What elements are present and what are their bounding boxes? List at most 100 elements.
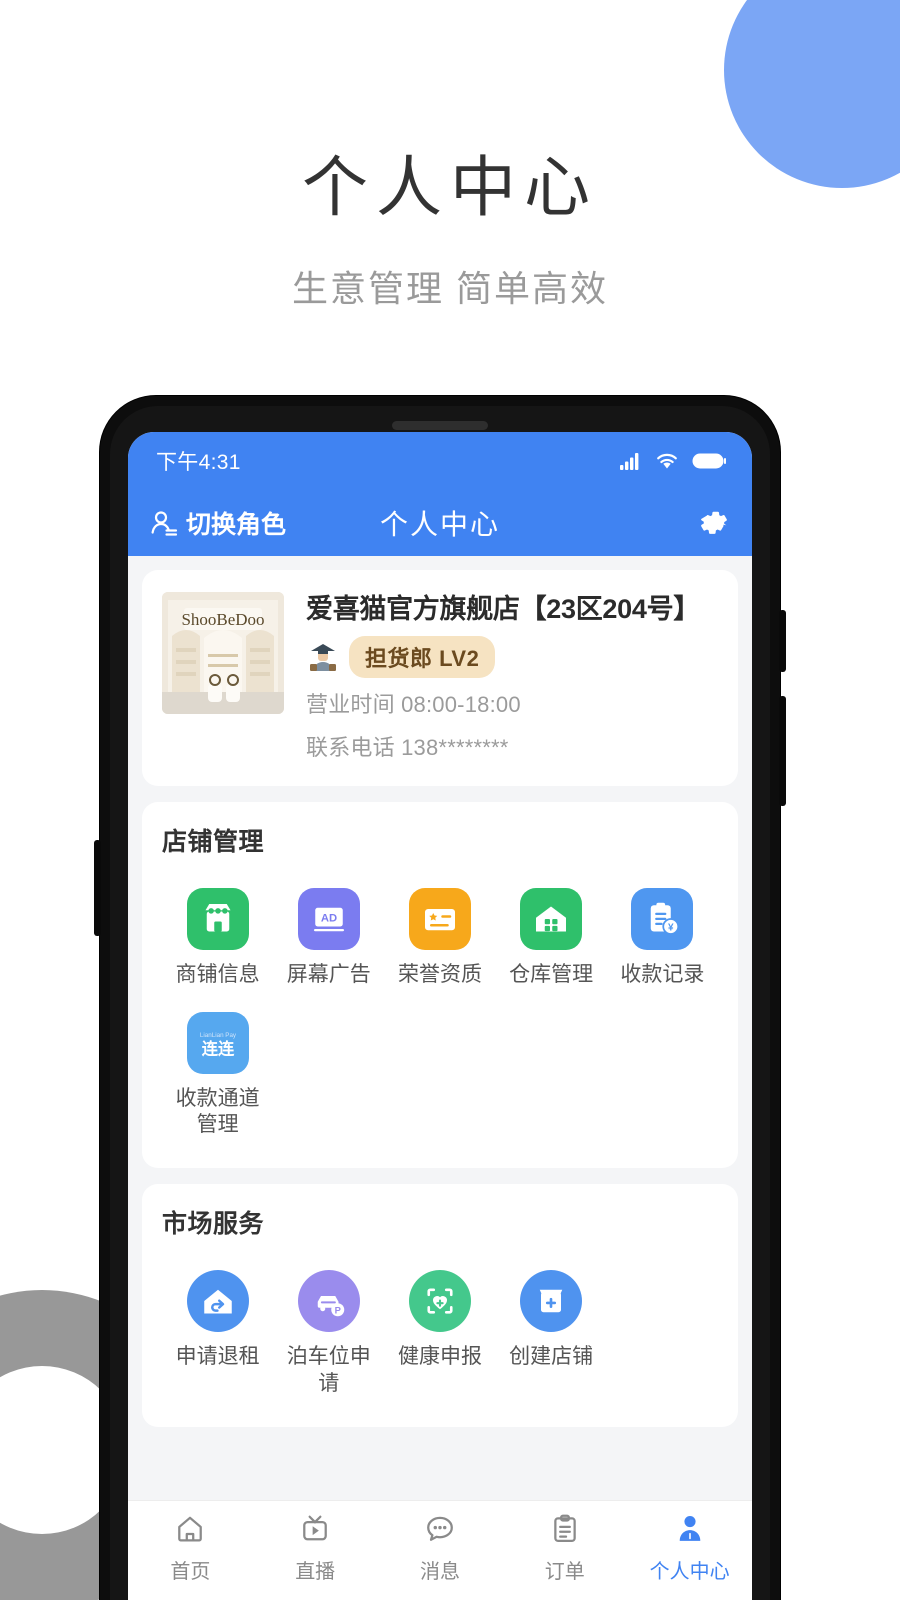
phone-mute-button bbox=[779, 610, 786, 672]
svg-text:¥: ¥ bbox=[668, 922, 674, 933]
health-scan-icon-tile bbox=[408, 1270, 471, 1333]
phone-volume-button bbox=[94, 840, 101, 936]
tab-order[interactable]: 订单 bbox=[502, 1513, 627, 1584]
tab-profile[interactable]: 个人中心 bbox=[627, 1513, 752, 1584]
signal-icon bbox=[620, 453, 639, 470]
certificate-icon bbox=[424, 908, 455, 930]
chat-icon bbox=[427, 1516, 453, 1541]
phone-power-button bbox=[779, 696, 786, 806]
grid-item-screen-ad[interactable]: AD 屏幕广告 bbox=[273, 874, 384, 998]
health-scan-icon bbox=[427, 1288, 453, 1314]
shop-info-icon bbox=[205, 903, 231, 932]
page-root: 个人中心 生意管理 简单高效 下午4:31 切换角色 个人中心 ShooBeDo… bbox=[0, 0, 900, 1600]
shop-management-card: 店铺管理 商铺信息 AD 屏幕广告 荣誉资质 仓库管理 ¥ 收款记录 LianLian Pay… bbox=[142, 801, 738, 1169]
status-time: 下午4:31 bbox=[156, 451, 241, 474]
status-bar: 下午4:31 bbox=[128, 432, 752, 490]
payment-record-icon: ¥ bbox=[651, 902, 680, 935]
grid-item-certificate[interactable]: 荣誉资质 bbox=[384, 874, 495, 998]
page-subtitle: 生意管理 简单高效 bbox=[291, 267, 608, 309]
tab-home[interactable]: 首页 bbox=[128, 1513, 253, 1584]
settings-button[interactable] bbox=[698, 507, 730, 539]
warehouse-icon bbox=[536, 906, 567, 932]
shop-info-icon-tile bbox=[186, 887, 249, 950]
screen-ad-icon: AD bbox=[313, 907, 344, 931]
battery-icon bbox=[692, 453, 726, 469]
shop-management-grid: 商铺信息 AD 屏幕广告 荣誉资质 仓库管理 ¥ 收款记录 LianLian Pay 连连收款通… bbox=[162, 874, 718, 1149]
screen-content: ShooBeDoo 爱喜猫官方旗舰店【23区204号】 担货郎 LV2 营业时间… bbox=[128, 556, 752, 1600]
tab-label: 直播 bbox=[295, 1561, 336, 1583]
lianlian-pay-icon: LianLian Pay连连 bbox=[200, 1032, 237, 1059]
tab-label: 个人中心 bbox=[649, 1561, 730, 1583]
store-name: 爱喜猫官方旗舰店【23区204号】 bbox=[306, 594, 700, 624]
tab-chat[interactable]: 消息 bbox=[378, 1513, 503, 1584]
parking-car-icon-tile: P bbox=[297, 1270, 360, 1333]
business-hours-value: 08:00-18:00 bbox=[401, 691, 521, 717]
merchant-avatar-icon bbox=[310, 643, 336, 671]
switch-role-button[interactable]: 切换角色 bbox=[150, 505, 286, 541]
status-icons bbox=[620, 452, 726, 470]
svg-text:连连: 连连 bbox=[201, 1039, 234, 1058]
screen-ad-icon-tile: AD bbox=[297, 887, 360, 950]
wifi-icon bbox=[657, 453, 677, 469]
store-details: 爱喜猫官方旗舰店【23区204号】 担货郎 LV2 营业时间 08:00-18:… bbox=[306, 592, 718, 764]
grid-item-warehouse[interactable]: 仓库管理 bbox=[496, 874, 607, 998]
store-level-row: 担货郎 LV2 bbox=[306, 635, 718, 678]
grid-item-create-shop[interactable]: 创建店铺 bbox=[496, 1256, 607, 1407]
lianlian-pay-icon-tile: LianLian Pay 连连 bbox=[186, 1011, 249, 1074]
chat-icon-wrap bbox=[425, 1513, 455, 1548]
grid-item-label: 申请退租 bbox=[175, 1345, 260, 1369]
app-header: 切换角色 个人中心 bbox=[128, 490, 752, 556]
grid-item-label: 屏幕广告 bbox=[286, 962, 371, 986]
svg-text:ShooBeDoo: ShooBeDoo bbox=[181, 610, 264, 629]
svg-text:AD: AD bbox=[321, 912, 337, 924]
grid-item-label: 健康申报 bbox=[397, 1345, 482, 1369]
grid-item-label: 收款记录 bbox=[620, 962, 705, 986]
lease-return-icon bbox=[203, 1290, 232, 1314]
phone-mockup: 下午4:31 切换角色 个人中心 ShooBeDoo 爱喜猫官方旗舰店【23区2… bbox=[94, 396, 786, 1600]
grid-item-parking-car[interactable]: P 泊车位申请 bbox=[273, 1256, 384, 1407]
warehouse-icon-tile bbox=[520, 887, 583, 950]
store-business-hours: 营业时间 08:00-18:00 bbox=[306, 689, 718, 721]
store-info-card[interactable]: ShooBeDoo 爱喜猫官方旗舰店【23区204号】 担货郎 LV2 营业时间… bbox=[142, 570, 738, 786]
switch-role-label: 切换角色 bbox=[186, 511, 287, 539]
home-icon bbox=[178, 1516, 203, 1542]
certificate-icon-tile bbox=[408, 887, 471, 950]
store-phone: 联系电话 138******** bbox=[306, 732, 718, 764]
tab-live-tv[interactable]: 直播 bbox=[253, 1513, 378, 1584]
grid-item-payment-record[interactable]: ¥ 收款记录 bbox=[607, 874, 718, 998]
shop-management-title: 店铺管理 bbox=[162, 827, 265, 856]
grid-item-health-scan[interactable]: 健康申报 bbox=[384, 1256, 495, 1407]
order-icon-wrap bbox=[550, 1513, 580, 1548]
grid-item-label: 收款通道管理 bbox=[175, 1086, 260, 1137]
payment-record-icon-tile: ¥ bbox=[631, 887, 694, 950]
grid-item-lianlian-pay[interactable]: LianLian Pay 连连收款通道管理 bbox=[162, 998, 273, 1149]
market-service-grid: 申请退租 P 泊车位申请 健康申报 创建店铺 bbox=[162, 1256, 718, 1407]
svg-text:P: P bbox=[334, 1306, 340, 1316]
grid-item-label: 创建店铺 bbox=[509, 1345, 594, 1369]
grid-item-label: 商铺信息 bbox=[175, 962, 260, 986]
store-thumbnail: ShooBeDoo bbox=[162, 592, 284, 714]
market-service-title: 市场服务 bbox=[162, 1210, 265, 1239]
lease-return-icon-tile bbox=[186, 1270, 249, 1333]
phone-speaker-slot bbox=[392, 421, 488, 430]
store-level-badge: 担货郎 LV2 bbox=[349, 635, 496, 678]
grid-item-label: 荣誉资质 bbox=[397, 962, 482, 986]
phone-screen: 下午4:31 切换角色 个人中心 ShooBeDoo 爱喜猫官方旗舰店【23区2… bbox=[128, 432, 752, 1600]
market-service-card: 市场服务 申请退租 P 泊车位申请 健康申报 创建店铺 bbox=[142, 1184, 738, 1427]
tab-label: 订单 bbox=[544, 1561, 585, 1583]
tab-label: 首页 bbox=[170, 1561, 211, 1583]
hero-section: 个人中心 生意管理 简单高效 bbox=[0, 150, 900, 312]
live-tv-icon-wrap bbox=[300, 1513, 330, 1548]
grid-item-lease-return[interactable]: 申请退租 bbox=[162, 1256, 273, 1407]
phone-label: 联系电话 bbox=[306, 734, 395, 760]
parking-car-icon: P bbox=[317, 1296, 345, 1317]
phone-value: 138******** bbox=[401, 734, 509, 760]
order-icon bbox=[554, 1514, 576, 1542]
grid-item-label: 仓库管理 bbox=[509, 962, 594, 986]
home-icon-wrap bbox=[175, 1513, 205, 1548]
grid-item-shop-info[interactable]: 商铺信息 bbox=[162, 874, 273, 998]
bottom-tab-bar: 首页 直播 消息 订单 个人中心 bbox=[128, 1500, 752, 1600]
svg-text:LianLian Pay: LianLian Pay bbox=[200, 1032, 237, 1039]
user-switch-icon bbox=[151, 511, 178, 536]
grid-item-label: 泊车位申请 bbox=[286, 1345, 371, 1395]
